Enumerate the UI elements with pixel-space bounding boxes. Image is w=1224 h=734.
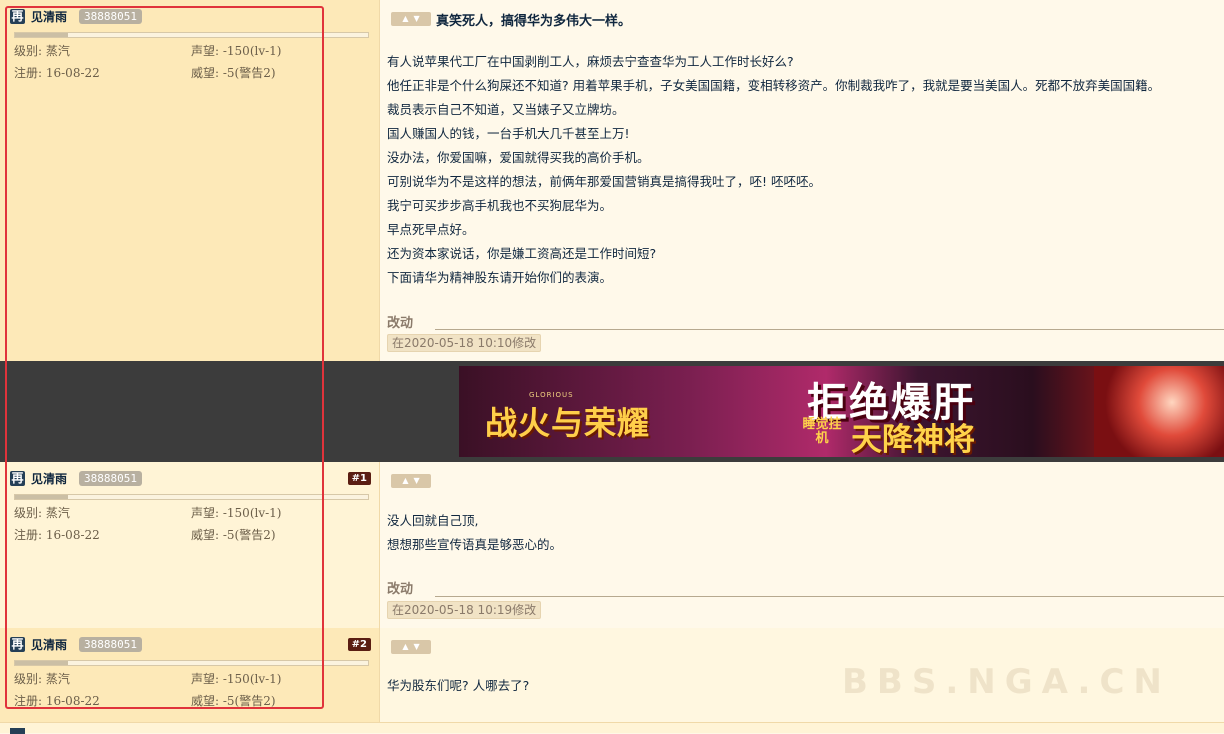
post-line: 没办法，你爱国嘛，爱国就得买我的高价手机。: [387, 150, 650, 165]
post-line: 没人回就自己顶,: [387, 513, 479, 528]
post-line: 还为资本家说话，你是嫌工资高还是工作时间短?: [387, 246, 657, 261]
vote-buttons[interactable]: ▲ ▼: [391, 640, 431, 654]
edit-label: 改动: [387, 582, 414, 597]
user-header: 再 见清雨 38888051: [10, 470, 142, 486]
avatar[interactable]: 再: [10, 470, 25, 486]
post-line: 可别说华为不是这样的想法，前俩年那爱国营销真是搞得我吐了，呸! 呸呸呸。: [387, 174, 821, 189]
user-prestige: 声望: -150(lv-1): [191, 672, 282, 686]
user-id-badge[interactable]: 38888051: [79, 470, 142, 486]
post-line: 裁员表示自己不知道，又当婊子又立牌坊。: [387, 102, 625, 117]
post-line: 他任正非是个什么狗屎还不知道? 用着苹果手机，子女美国国籍，变相转移资产。你制裁…: [387, 78, 1161, 93]
user-level: 级别: 蒸汽: [14, 44, 70, 58]
user-register-date: 注册: 16-08-22: [14, 528, 100, 542]
user-header: 再 见清雨 38888051: [10, 636, 142, 652]
thumbs-up-icon[interactable]: ▲: [402, 477, 408, 485]
user-reputation: 威望: -5(警告2): [191, 528, 276, 542]
post-line: 国人赚国人的钱，一台手机大几千甚至上万!: [387, 126, 630, 141]
post-body: 没人回就自己顶, 想想那些宣传语真是够恶心的。: [387, 509, 562, 557]
thumbs-up-icon[interactable]: ▲: [402, 643, 408, 651]
post-line: 我宁可买步步高手机我也不买狗屁华为。: [387, 198, 613, 213]
vote-buttons[interactable]: ▲ ▼: [391, 474, 431, 488]
user-header: 再 见清雨 38888051: [10, 8, 142, 24]
post-title: 真笑死人，搞得华为多伟大一样。: [436, 14, 632, 29]
username-link[interactable]: 见清雨: [31, 470, 67, 487]
user-panel: 再 见清雨 38888051 级别: 蒸汽 声望: -150(lv-1) 注册:…: [0, 0, 380, 361]
ad-subline: 天降神将: [851, 422, 975, 457]
post-content: ▲ ▼ 真笑死人，搞得华为多伟大一样。 有人说苹果代工厂在中国剥削工人，麻烦去宁…: [380, 0, 1224, 361]
user-id-badge[interactable]: 38888051: [79, 636, 142, 652]
user-reputation: 威望: -5(警告2): [191, 66, 276, 80]
post-line: 华为股东们呢? 人哪去了?: [387, 678, 530, 693]
ad-tag: 睡觉挂机: [802, 417, 842, 446]
post-main: 再 见清雨 38888051 级别: 蒸汽 声望: -150(lv-1) 注册:…: [0, 0, 1224, 361]
site-watermark: BBS.NGA.CN: [842, 662, 1171, 702]
thumbs-up-icon[interactable]: ▲: [402, 15, 408, 23]
user-prestige: 声望: -150(lv-1): [191, 506, 282, 520]
level-progress-bar: [14, 32, 369, 38]
level-progress-bar: [14, 660, 369, 666]
edit-label: 改动: [387, 316, 414, 331]
post-line: 想想那些宣传语真是够恶心的。: [387, 537, 563, 552]
user-id-badge[interactable]: 38888051: [79, 8, 142, 24]
ad-logo: 战火与荣耀: [485, 404, 651, 442]
reply-1: 再 见清雨 38888051 #1 级别: 蒸汽 声望: -150(lv-1) …: [0, 462, 1224, 628]
thumbs-down-icon[interactable]: ▼: [414, 643, 420, 651]
edit-timestamp: 在2020-05-18 10:10修改: [387, 334, 542, 352]
avatar[interactable]: 再: [10, 636, 25, 652]
edit-divider: [435, 596, 1224, 597]
thumbs-down-icon[interactable]: ▼: [414, 477, 420, 485]
post-line: 早点死早点好。: [387, 222, 475, 237]
ad-character-image: [1094, 366, 1224, 457]
post-body: 华为股东们呢? 人哪去了?: [387, 674, 529, 698]
edit-divider: [435, 329, 1224, 330]
ad-banner[interactable]: GLORIOUS 战火与荣耀 拒绝爆肝 睡觉挂机 天降神将: [459, 366, 1224, 457]
edit-timestamp: 在2020-05-18 10:19修改: [387, 601, 542, 619]
post-content: ▲ ▼ 没人回就自己顶, 想想那些宣传语真是够恶心的。 改动 在2020-05-…: [380, 462, 1224, 628]
username-link[interactable]: 见清雨: [31, 8, 67, 25]
avatar: [10, 728, 25, 734]
user-reputation: 威望: -5(警告2): [191, 694, 276, 708]
username-link[interactable]: 见清雨: [31, 636, 67, 653]
floor-badge[interactable]: #1: [347, 472, 371, 485]
user-register-date: 注册: 16-08-22: [14, 66, 100, 80]
vote-buttons[interactable]: ▲ ▼: [391, 12, 431, 26]
post-line: 下面请华为精神股东请开始你们的表演。: [387, 270, 613, 285]
thumbs-down-icon[interactable]: ▼: [414, 15, 420, 23]
post-line: 有人说苹果代工厂在中国剥削工人，麻烦去宁查查华为工人工作时长好么?: [387, 54, 794, 69]
user-level: 级别: 蒸汽: [14, 506, 70, 520]
level-progress-bar: [14, 494, 369, 500]
floor-badge[interactable]: #2: [347, 638, 371, 651]
reply-3-partial: [0, 722, 1224, 734]
avatar[interactable]: 再: [10, 8, 25, 24]
user-prestige: 声望: -150(lv-1): [191, 44, 282, 58]
ad-row: GLORIOUS 战火与荣耀 拒绝爆肝 睡觉挂机 天降神将: [0, 361, 1224, 462]
user-panel: 再 见清雨 38888051 #2 级别: 蒸汽 声望: -150(lv-1) …: [0, 628, 380, 732]
post-body: 有人说苹果代工厂在中国剥削工人，麻烦去宁查查华为工人工作时长好么? 他任正非是个…: [387, 50, 1160, 290]
user-panel: 再 见清雨 38888051 #1 级别: 蒸汽 声望: -150(lv-1) …: [0, 462, 380, 628]
user-register-date: 注册: 16-08-22: [14, 694, 100, 708]
user-level: 级别: 蒸汽: [14, 672, 70, 686]
